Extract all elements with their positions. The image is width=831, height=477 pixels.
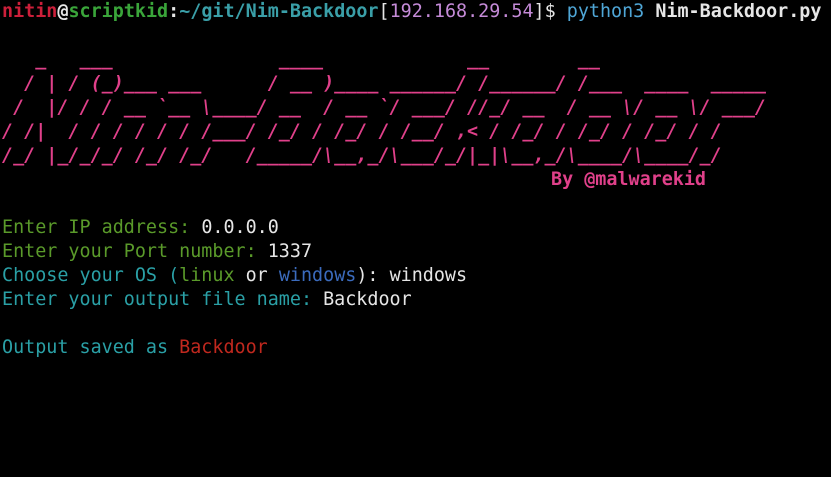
prompt-ip: 192.168.29.54 xyxy=(389,1,534,22)
result-line: Output saved as Backdoor xyxy=(2,336,831,360)
os-close: ): xyxy=(356,265,390,286)
author-line: By @malwarekid xyxy=(2,168,831,192)
result-filename: Backdoor xyxy=(179,337,268,358)
prompt-user: nitin xyxy=(2,1,58,22)
ip-label: Enter IP address: xyxy=(2,217,202,238)
command-name: python3 xyxy=(566,1,645,22)
ip-input-line: Enter IP address: 0.0.0.0 xyxy=(2,216,831,240)
banner-line: / /| / / / / / / /___/ /_/ / /_/ / /__/ … xyxy=(2,121,722,142)
prompt-bracket-close: ] xyxy=(533,1,545,22)
prompt-dollar: $ xyxy=(544,1,567,22)
file-label: Enter your output file name: xyxy=(2,289,324,310)
port-label: Enter your Port number: xyxy=(2,241,268,262)
file-value: Backdoor xyxy=(323,289,412,310)
banner-line: / |/ / / __ `__ \____/ __ / __ `/ ___/ /… xyxy=(2,97,766,118)
os-label: Choose your OS ( xyxy=(2,265,180,286)
prompt-at: @ xyxy=(57,1,69,22)
command-argument-text: Nim-Backdoor.py xyxy=(655,1,822,22)
os-option-linux: linux xyxy=(179,265,235,286)
banner-line: /_/ |_/_/_/ /_/ /_/ /_____/\__,_/\___/_/… xyxy=(2,145,722,166)
ascii-banner: _ ___ ____ __ __ / | / (_)___ ___ / __ )… xyxy=(2,48,831,168)
file-input-line: Enter your output file name: Backdoor xyxy=(2,288,831,312)
os-input-line: Choose your OS (linux or windows): windo… xyxy=(2,264,831,288)
os-option-windows: windows xyxy=(278,265,357,286)
terminal-window[interactable]: nitin@scriptkid:~/git/Nim-Backdoor[192.1… xyxy=(0,0,831,477)
author-credit: By @malwarekid xyxy=(551,169,707,190)
prompt-host: scriptkid xyxy=(68,1,169,22)
prompt-separator: : xyxy=(168,1,180,22)
os-or: or xyxy=(234,265,279,286)
prompt-bracket-open: [ xyxy=(378,1,390,22)
ip-value: 0.0.0.0 xyxy=(201,217,279,238)
port-value: 1337 xyxy=(267,241,313,262)
result-label: Output saved as xyxy=(2,337,180,358)
banner-line: / | / (_)___ ___ / __ )____ ______/ /___… xyxy=(2,73,766,94)
command-prompt-line: nitin@scriptkid:~/git/Nim-Backdoor[192.1… xyxy=(2,0,831,24)
command-argument: Nim-Backdoor.py xyxy=(644,1,821,22)
os-value: windows xyxy=(389,265,468,286)
prompt-path: ~/git/Nim-Backdoor xyxy=(179,1,379,22)
port-input-line: Enter your Port number: 1337 xyxy=(2,240,831,264)
banner-line: _ ___ ____ __ __ xyxy=(2,49,600,70)
